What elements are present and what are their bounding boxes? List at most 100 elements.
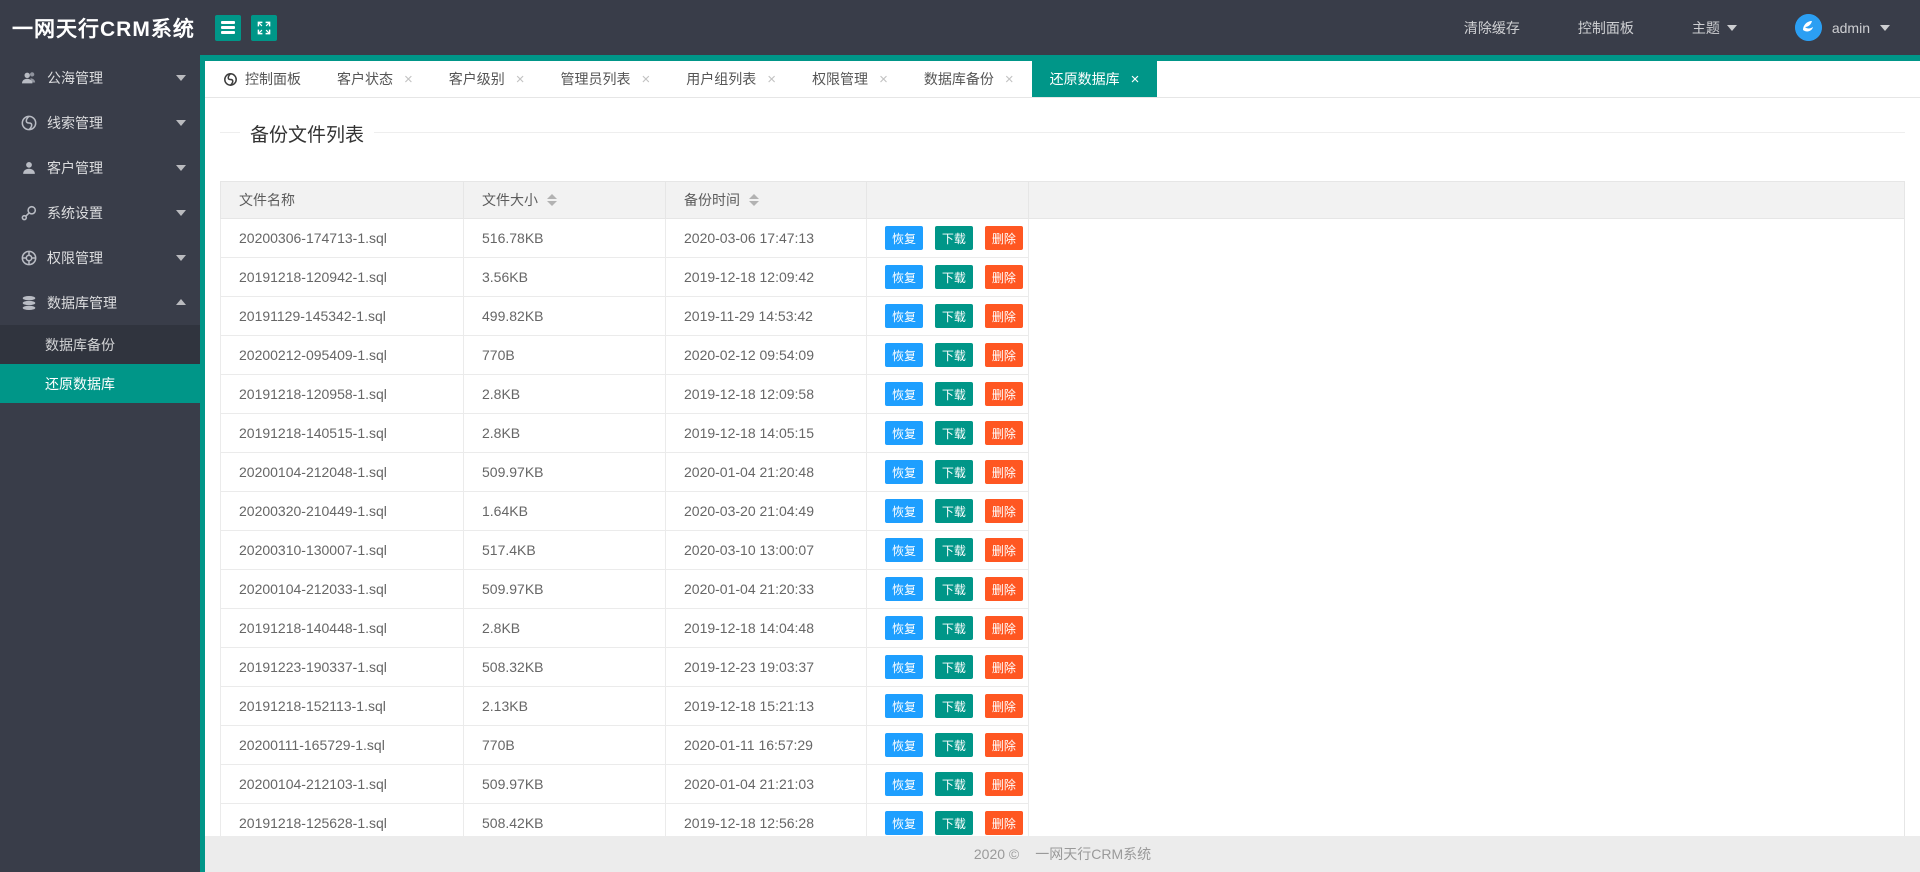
sort-icon[interactable] <box>547 194 557 206</box>
file-size-cell: 2.13KB <box>463 686 666 726</box>
download-button[interactable]: 下载 <box>934 538 973 562</box>
restore-button[interactable]: 恢复 <box>885 811 924 835</box>
close-icon[interactable]: × <box>1005 72 1014 87</box>
tab-customer-status[interactable]: 客户状态 × <box>319 61 431 97</box>
chevron-down-icon <box>176 255 186 266</box>
restore-button[interactable]: 恢复 <box>885 616 924 640</box>
delete-button[interactable]: 删除 <box>984 499 1023 523</box>
close-icon[interactable]: × <box>879 72 888 87</box>
delete-button[interactable]: 删除 <box>984 811 1023 835</box>
tab-database-backup[interactable]: 数据库备份 × <box>906 61 1032 97</box>
dashboard-link[interactable]: 控制面板 <box>1578 18 1634 38</box>
sidebar-subitem-database-restore[interactable]: 还原数据库 <box>0 364 200 403</box>
download-button[interactable]: 下载 <box>934 265 973 289</box>
download-button[interactable]: 下载 <box>934 733 973 757</box>
restore-button[interactable]: 恢复 <box>885 382 924 406</box>
tab-dashboard[interactable]: 控制面板 <box>205 61 319 97</box>
tab-permissions[interactable]: 权限管理 × <box>794 61 906 97</box>
download-button[interactable]: 下载 <box>934 577 973 601</box>
delete-button[interactable]: 删除 <box>984 655 1023 679</box>
delete-button[interactable]: 删除 <box>984 577 1023 601</box>
restore-button[interactable]: 恢复 <box>885 772 924 796</box>
restore-button[interactable]: 恢复 <box>885 694 924 718</box>
table-row: 20200104-212033-1.sql 509.97KB 2020-01-0… <box>220 569 1905 609</box>
restore-button[interactable]: 恢复 <box>885 577 924 601</box>
close-icon[interactable]: × <box>1131 72 1140 87</box>
download-button[interactable]: 下载 <box>934 655 973 679</box>
tab-database-restore[interactable]: 还原数据库 × <box>1031 61 1158 97</box>
download-button[interactable]: 下载 <box>934 811 973 835</box>
settings-icon <box>20 204 38 222</box>
clear-cache-link[interactable]: 清除缓存 <box>1464 18 1520 38</box>
restore-button[interactable]: 恢复 <box>885 421 924 445</box>
column-header-file-size[interactable]: 文件大小 <box>463 181 666 219</box>
delete-button[interactable]: 删除 <box>984 421 1023 445</box>
filler-cell <box>1028 608 1905 648</box>
download-button[interactable]: 下载 <box>934 304 973 328</box>
sidebar-item-database[interactable]: 数据库管理 <box>0 280 200 325</box>
delete-button[interactable]: 删除 <box>984 733 1023 757</box>
delete-button[interactable]: 删除 <box>984 772 1023 796</box>
close-icon[interactable]: × <box>642 72 651 87</box>
user-menu[interactable]: admin <box>1794 14 1890 41</box>
restore-button[interactable]: 恢复 <box>885 304 924 328</box>
delete-button[interactable]: 删除 <box>984 304 1023 328</box>
sort-icon[interactable] <box>749 194 759 206</box>
restore-button[interactable]: 恢复 <box>885 265 924 289</box>
delete-button[interactable]: 删除 <box>984 226 1023 250</box>
sidebar-item-system-settings[interactable]: 系统设置 <box>0 190 200 235</box>
download-button[interactable]: 下载 <box>934 694 973 718</box>
delete-button[interactable]: 删除 <box>984 460 1023 484</box>
restore-button[interactable]: 恢复 <box>885 460 924 484</box>
delete-button[interactable]: 删除 <box>984 343 1023 367</box>
sidebar-item-permissions[interactable]: 权限管理 <box>0 235 200 280</box>
download-button[interactable]: 下载 <box>934 460 973 484</box>
tab-bar: 控制面板 客户状态 × 客户级别 × 管理员列表 × 用户组列表 × 权限管理 … <box>205 61 1920 98</box>
delete-button[interactable]: 删除 <box>984 382 1023 406</box>
table-row: 20200111-165729-1.sql 770B 2020-01-11 16… <box>220 725 1905 765</box>
table-row: 20191218-140515-1.sql 2.8KB 2019-12-18 1… <box>220 413 1905 453</box>
hamburger-icon <box>221 26 235 29</box>
fullscreen-button[interactable] <box>251 14 277 41</box>
delete-button[interactable]: 删除 <box>984 265 1023 289</box>
download-button[interactable]: 下载 <box>934 421 973 445</box>
filler-cell <box>1028 491 1905 531</box>
restore-button[interactable]: 恢复 <box>885 343 924 367</box>
sidebar-item-public-sea[interactable]: 公海管理 <box>0 55 200 100</box>
backup-time-cell: 2019-11-29 14:53:42 <box>665 296 867 336</box>
restore-button[interactable]: 恢复 <box>885 499 924 523</box>
restore-button[interactable]: 恢复 <box>885 226 924 250</box>
delete-button[interactable]: 删除 <box>984 538 1023 562</box>
row-actions-cell: 恢复 下载 删除 <box>866 647 1029 687</box>
close-icon[interactable]: × <box>516 72 525 87</box>
restore-button[interactable]: 恢复 <box>885 655 924 679</box>
download-button[interactable]: 下载 <box>934 499 973 523</box>
download-button[interactable]: 下载 <box>934 382 973 406</box>
page-title: 备份文件列表 <box>240 120 375 147</box>
sidebar-item-leads[interactable]: 线索管理 <box>0 100 200 145</box>
delete-button[interactable]: 删除 <box>984 694 1023 718</box>
restore-button[interactable]: 恢复 <box>885 538 924 562</box>
tab-user-group-list[interactable]: 用户组列表 × <box>668 61 794 97</box>
download-button[interactable]: 下载 <box>934 616 973 640</box>
collapse-sidebar-button[interactable] <box>215 14 241 41</box>
download-button[interactable]: 下载 <box>934 226 973 250</box>
column-header-backup-time[interactable]: 备份时间 <box>665 181 867 219</box>
app-window: 一网天行CRM系统 清除缓存 控制面板 主题 admin 公海管理 线索管理 客… <box>0 0 1920 872</box>
delete-button[interactable]: 删除 <box>984 616 1023 640</box>
file-name-cell: 20200320-210449-1.sql <box>220 491 464 531</box>
close-icon[interactable]: × <box>404 72 413 87</box>
file-size-cell: 770B <box>463 725 666 765</box>
theme-dropdown[interactable]: 主题 <box>1692 18 1737 38</box>
tab-customer-level[interactable]: 客户级别 × <box>431 61 543 97</box>
sidebar-item-customers[interactable]: 客户管理 <box>0 145 200 190</box>
table-row: 20200104-212103-1.sql 509.97KB 2020-01-0… <box>220 764 1905 804</box>
chevron-down-icon <box>176 210 186 221</box>
close-icon[interactable]: × <box>767 72 776 87</box>
sidebar-subitem-database-backup[interactable]: 数据库备份 <box>0 325 200 364</box>
filler-cell <box>1028 764 1905 804</box>
download-button[interactable]: 下载 <box>934 343 973 367</box>
tab-admin-list[interactable]: 管理员列表 × <box>543 61 669 97</box>
restore-button[interactable]: 恢复 <box>885 733 924 757</box>
download-button[interactable]: 下载 <box>934 772 973 796</box>
